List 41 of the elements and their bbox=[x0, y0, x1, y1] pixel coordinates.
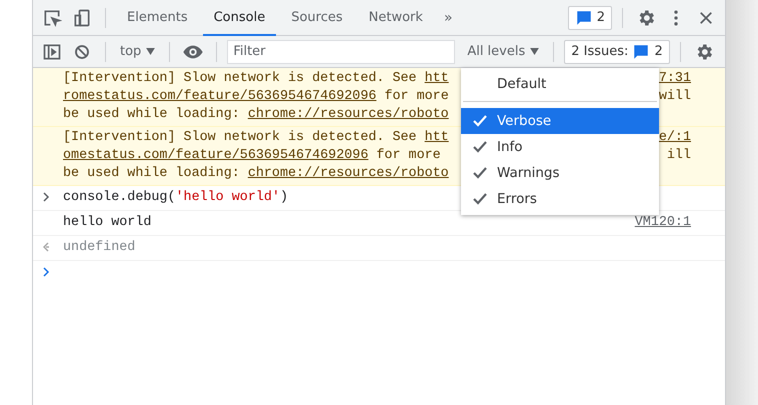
source-link[interactable]: VM120:1 bbox=[634, 214, 691, 232]
caret-icon bbox=[530, 48, 540, 55]
caret-icon bbox=[146, 48, 156, 55]
issues-button[interactable]: 2 Issues: 2 bbox=[564, 40, 670, 64]
return-arrow-icon bbox=[43, 242, 50, 252]
source-link[interactable]: e/:1 bbox=[658, 129, 691, 147]
link[interactable]: chrome://resources/roboto bbox=[248, 166, 449, 181]
message-text: ill bbox=[666, 147, 691, 165]
message-text: for more bbox=[383, 89, 449, 104]
context-dropdown[interactable]: top bbox=[116, 44, 160, 59]
message-text: for more bbox=[375, 148, 441, 163]
source-link[interactable]: 7:31 bbox=[658, 70, 691, 88]
message-text: be used while loading: bbox=[63, 166, 241, 181]
menu-item[interactable]: Errors bbox=[461, 186, 659, 212]
filter-field[interactable]: Filter bbox=[227, 40, 456, 64]
panel-tab[interactable]: Network bbox=[358, 0, 434, 36]
link[interactable]: htt bbox=[424, 130, 449, 145]
chevron-icon bbox=[43, 192, 50, 202]
panel-tab[interactable]: Sources bbox=[280, 0, 354, 36]
message-text: be used while loading: bbox=[63, 107, 241, 122]
result-text: undefined bbox=[63, 239, 136, 257]
message-icon bbox=[574, 8, 593, 26]
link[interactable]: htt bbox=[424, 71, 449, 86]
messages-badge[interactable]: 2 bbox=[568, 6, 612, 30]
message-icon bbox=[632, 42, 650, 60]
menu-item[interactable]: Default bbox=[461, 71, 659, 97]
menu-item[interactable]: Info bbox=[461, 134, 659, 160]
prompt-icon bbox=[43, 267, 50, 277]
command-text: console.debug('hello world') bbox=[63, 189, 288, 207]
menu-item[interactable]: Warnings bbox=[461, 160, 659, 186]
panel-tab[interactable]: Elements bbox=[116, 0, 199, 36]
message-text: will bbox=[658, 88, 691, 106]
message-text: [Intervention] Slow network is detected. See bbox=[63, 130, 418, 145]
menu-item[interactable]: Verbose bbox=[461, 108, 659, 134]
link[interactable]: romestatus.com/feature/5636954674692096 bbox=[63, 89, 376, 104]
link[interactable]: chrome://resources/roboto bbox=[248, 107, 449, 122]
link[interactable]: omestatus.com/feature/5636954674692096 bbox=[63, 148, 368, 163]
levels-dropdown[interactable]: All levels bbox=[463, 44, 544, 59]
more-tabs-button[interactable]: » bbox=[438, 10, 459, 26]
log-text: hello world bbox=[63, 214, 152, 232]
message-text: [Intervention] Slow network is detected. See bbox=[63, 71, 418, 86]
